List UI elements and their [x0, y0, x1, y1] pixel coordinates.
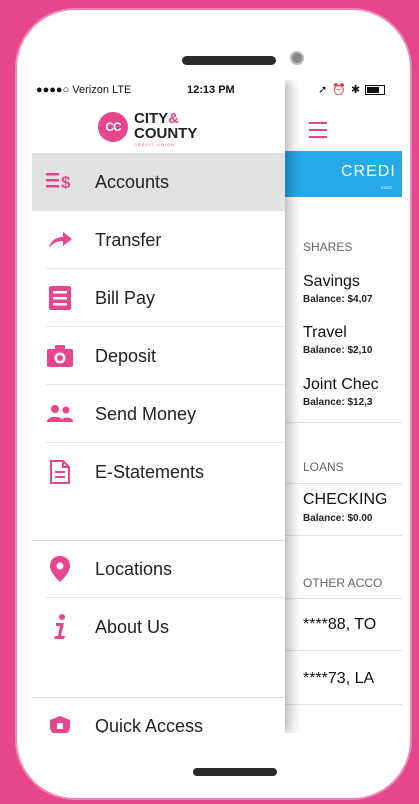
app-screen: ●●●●○ Verizon LTE 12:13 PM ➚ ⏰ ✱ CREDI E… [32, 80, 402, 733]
info-icon [46, 613, 74, 641]
accounts-icon: $ [46, 168, 74, 196]
battery-icon [365, 85, 386, 96]
navigation-drawer: CC CITY& COUNTY CREDIT UNION $ Accounts [32, 80, 285, 733]
menu-label: Accounts [95, 172, 170, 192]
menu-item-accounts[interactable]: $ Accounts [32, 153, 285, 211]
svg-text:$: $ [61, 173, 71, 192]
menu-label: Deposit [95, 346, 157, 366]
account-name[interactable]: Savings [303, 273, 360, 291]
menu-item-deposit[interactable]: Deposit [32, 327, 285, 385]
divider [285, 598, 402, 599]
divider [285, 483, 402, 484]
account-name[interactable]: ****88, TO [303, 616, 376, 634]
speaker [182, 56, 276, 65]
carrier-label: ●●●●○ Verizon LTE [36, 84, 132, 96]
account-name[interactable]: Joint Chec [303, 376, 379, 394]
location-pin-icon [46, 555, 74, 583]
account-balance: Balance: $12,3 [303, 397, 373, 408]
menu-item-e-statements[interactable]: E-Statements [32, 443, 285, 501]
account-name[interactable]: ****73, LA [303, 670, 374, 688]
menu-label: E-Statements [95, 462, 205, 482]
banner-subtitle: ENDE [381, 185, 393, 190]
divider [285, 422, 402, 423]
people-icon [46, 400, 74, 428]
account-balance: Balance: $0.00 [303, 513, 373, 524]
home-bar[interactable] [193, 768, 277, 776]
logo-mark: CC [98, 112, 128, 142]
divider [285, 650, 402, 651]
menu-item-transfer[interactable]: Transfer [32, 211, 285, 269]
menu-label: Locations [95, 559, 173, 579]
banner-title: CREDI [341, 163, 396, 180]
shares-header: SHARES [303, 240, 353, 254]
menu-label: Send Money [95, 404, 197, 424]
divider [285, 704, 402, 705]
menu-item-quick-access[interactable]: Quick Access [32, 697, 285, 733]
divider [285, 535, 402, 536]
account-balance: Balance: $4,07 [303, 294, 373, 305]
account-name[interactable]: CHECKING [303, 491, 387, 509]
clock: 12:13 PM [187, 84, 235, 96]
other-accounts-header: OTHER ACCO [303, 576, 383, 590]
accounts-main-panel: CREDI ENDE SHARES Savings Balance: $4,07… [285, 80, 402, 733]
document-icon [46, 458, 74, 486]
menu-item-locations[interactable]: Locations [32, 540, 285, 598]
status-glyphs: ➚ ⏰ ✱ [318, 84, 362, 96]
menu-label: Bill Pay [95, 288, 156, 308]
account-balance: Balance: $2,10 [303, 345, 373, 356]
front-camera [290, 51, 304, 65]
brand-logo: CC CITY& COUNTY CREDIT UNION [98, 108, 222, 150]
bill-pay-icon [46, 284, 74, 312]
logo-tagline: CREDIT UNION [134, 142, 175, 147]
camera-icon [46, 342, 74, 370]
promo-banner[interactable]: CREDI ENDE [285, 151, 402, 197]
account-name[interactable]: Travel [303, 324, 347, 342]
status-bar: ●●●●○ Verizon LTE 12:13 PM ➚ ⏰ ✱ [32, 80, 402, 100]
menu-label: Quick Access [95, 716, 204, 733]
menu-label: About Us [95, 617, 170, 637]
menu-item-send-money[interactable]: Send Money [32, 385, 285, 443]
menu-item-about-us[interactable]: About Us [32, 598, 285, 656]
quick-access-icon [46, 712, 74, 733]
logo-line2: COUNTY [134, 125, 198, 142]
transfer-icon [46, 226, 74, 254]
status-icons: ➚ ⏰ ✱ [318, 83, 386, 96]
menu-item-bill-pay[interactable]: Bill Pay [32, 269, 285, 327]
menu-label: Transfer [95, 230, 162, 250]
hamburger-menu-icon[interactable] [309, 122, 327, 143]
loans-header: LOANS [303, 460, 344, 474]
